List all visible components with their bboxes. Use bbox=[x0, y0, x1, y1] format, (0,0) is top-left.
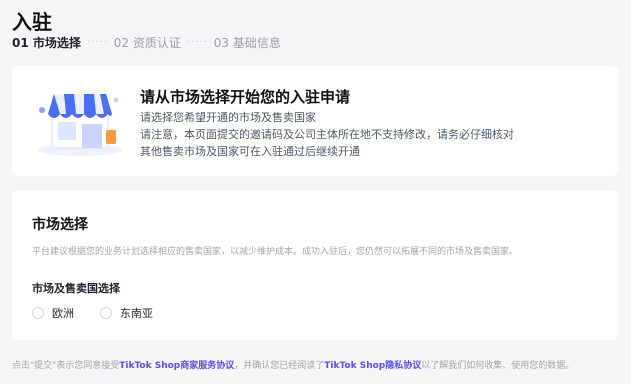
radio-option-europe[interactable]: 欧洲 bbox=[32, 305, 74, 321]
step-qualification: 02 资质认证 bbox=[113, 36, 181, 50]
footer-suffix: 以了解我们如何收集、使用您的数据。 bbox=[421, 361, 575, 371]
privacy-policy-link[interactable]: TikTok Shop隐私协议 bbox=[324, 361, 421, 371]
step-separator: ····· bbox=[186, 37, 208, 48]
market-radio-group: 欧洲 东南亚 bbox=[32, 305, 179, 321]
footer-agreement: 点击"提交"表示您同意接受TikTok Shop商家服务协议，并确认您已经阅读了… bbox=[12, 358, 574, 371]
intro-line: 其他售卖市场及国家可在入驻通过后继续开通 bbox=[140, 145, 360, 158]
section-description: 平台建议根据您的业务计划选择相应的售卖国家，以减少维护成本。成功入驻后，您仍然可… bbox=[32, 247, 519, 257]
radio-label: 欧洲 bbox=[52, 307, 74, 320]
page-title: 入驻 bbox=[12, 10, 52, 34]
merchant-agreement-link[interactable]: TikTok Shop商家服务协议 bbox=[119, 361, 234, 371]
radio-button[interactable] bbox=[32, 307, 44, 319]
market-selection-card: 市场选择 平台建议根据您的业务计划选择相应的售卖国家，以减少维护成本。成功入驻后… bbox=[12, 190, 618, 340]
radio-label: 东南亚 bbox=[120, 307, 153, 320]
step-market-selection: 01 市场选择 bbox=[12, 36, 81, 50]
footer-middle: ，并确认您已经阅读了 bbox=[234, 361, 325, 371]
storefront-icon bbox=[38, 94, 122, 156]
field-label: 市场及售卖国选择 bbox=[32, 282, 120, 295]
step-basic-info: 03 基础信息 bbox=[213, 36, 281, 50]
section-title: 市场选择 bbox=[32, 217, 88, 233]
step-indicator: 01 市场选择 ····· 02 资质认证 ····· 03 基础信息 bbox=[12, 34, 281, 51]
intro-title: 请从市场选择开始您的入驻申请 bbox=[140, 88, 351, 106]
footer-prefix: 点击"提交"表示您同意接受 bbox=[12, 361, 120, 371]
intro-card: 请从市场选择开始您的入驻申请 请选择您希望开通的市场及售卖国家 请注意，本页面提… bbox=[12, 66, 618, 176]
intro-line: 请选择您希望开通的市场及售卖国家 bbox=[140, 111, 316, 124]
intro-notice: 请注意，本页面提交的邀请码及公司主体所在地不支持修改，请务必仔细核对 bbox=[140, 128, 514, 141]
radio-option-southeast-asia[interactable]: 东南亚 bbox=[100, 305, 153, 321]
step-separator: ····· bbox=[86, 37, 108, 48]
radio-button[interactable] bbox=[100, 307, 112, 319]
